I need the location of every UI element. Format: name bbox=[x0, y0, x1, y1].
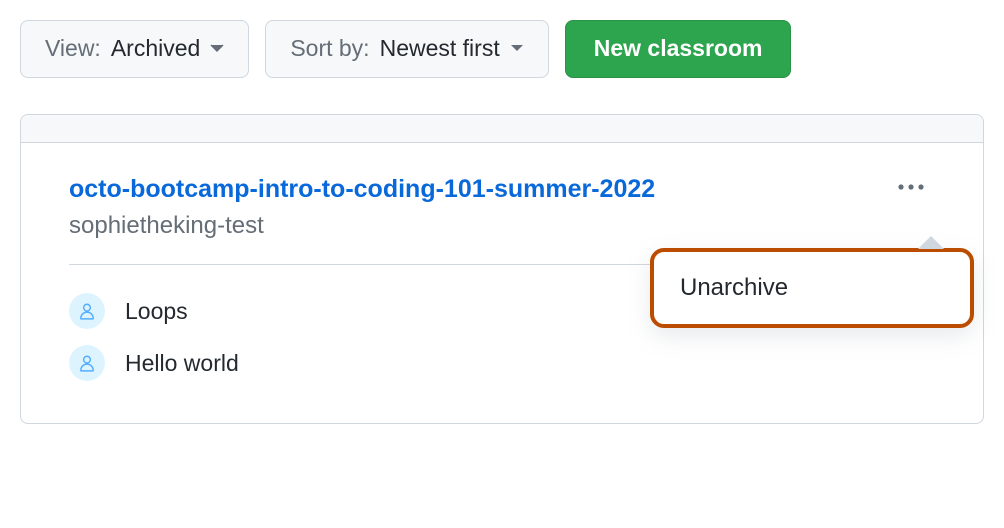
page-root: View: Archived Sort by: Newest first New… bbox=[0, 0, 1004, 528]
kebab-dropdown: Unarchive bbox=[650, 248, 974, 328]
list-item[interactable]: Hello world bbox=[69, 337, 935, 389]
sort-label: Sort by: bbox=[290, 35, 369, 63]
org-name: sophietheking-test bbox=[69, 212, 655, 240]
new-classroom-label: New classroom bbox=[594, 35, 763, 63]
card-header-strip bbox=[21, 115, 983, 143]
title-block: octo-bootcamp-intro-to-coding-101-summer… bbox=[69, 173, 655, 241]
title-row: octo-bootcamp-intro-to-coding-101-summer… bbox=[69, 173, 935, 241]
caret-down-icon bbox=[210, 44, 224, 53]
view-filter-button[interactable]: View: Archived bbox=[20, 20, 249, 78]
classroom-title-link[interactable]: octo-bootcamp-intro-to-coding-101-summer… bbox=[69, 175, 655, 203]
sort-value: Newest first bbox=[380, 35, 500, 63]
person-icon bbox=[69, 293, 105, 329]
new-classroom-button[interactable]: New classroom bbox=[565, 20, 792, 78]
toolbar: View: Archived Sort by: Newest first New… bbox=[20, 20, 984, 78]
kebab-menu-button[interactable] bbox=[887, 173, 935, 201]
assignment-name: Hello world bbox=[125, 350, 239, 377]
sort-filter-button[interactable]: Sort by: Newest first bbox=[265, 20, 548, 78]
view-label: View: bbox=[45, 35, 101, 63]
assignment-name: Loops bbox=[125, 298, 188, 325]
view-value: Archived bbox=[111, 35, 200, 63]
kebab-icon bbox=[897, 183, 925, 191]
person-icon bbox=[69, 345, 105, 381]
unarchive-menu-item[interactable]: Unarchive bbox=[654, 252, 970, 324]
caret-down-icon bbox=[510, 44, 524, 53]
